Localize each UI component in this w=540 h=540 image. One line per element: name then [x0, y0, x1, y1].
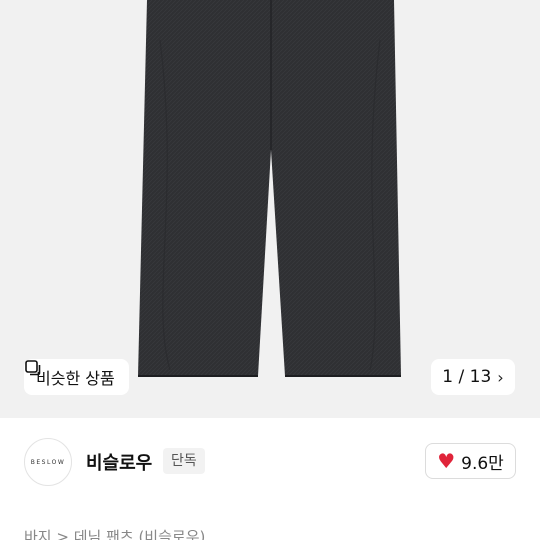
jeans-shape — [138, 0, 401, 376]
image-counter-text: 1 / 13 — [442, 367, 492, 387]
breadcrumb[interactable]: 바지 > 데님 팬츠 (비슬로우) — [24, 526, 205, 540]
similar-products-button[interactable]: 비슷한 상품 — [24, 359, 129, 395]
chevron-right-icon: › — [497, 367, 504, 387]
brand-logo[interactable]: BESLOW — [24, 438, 72, 486]
brand-logo-text: BESLOW — [30, 458, 66, 466]
brand-name[interactable]: 비슬로우 — [86, 449, 152, 475]
image-counter-button[interactable]: 1 / 13 › — [431, 359, 515, 395]
like-count: 9.6만 — [461, 453, 504, 474]
brand-exclusive-badge: 단독 — [163, 448, 205, 474]
product-image-area[interactable]: 비슷한 상품 1 / 13 › — [0, 0, 540, 418]
copy-square-icon — [25, 360, 41, 376]
heart-icon: ♥ — [437, 449, 456, 473]
like-button[interactable]: ♥ 9.6만 — [425, 443, 516, 479]
similar-products-label: 비슷한 상품 — [36, 369, 115, 388]
product-photo — [138, 0, 401, 377]
